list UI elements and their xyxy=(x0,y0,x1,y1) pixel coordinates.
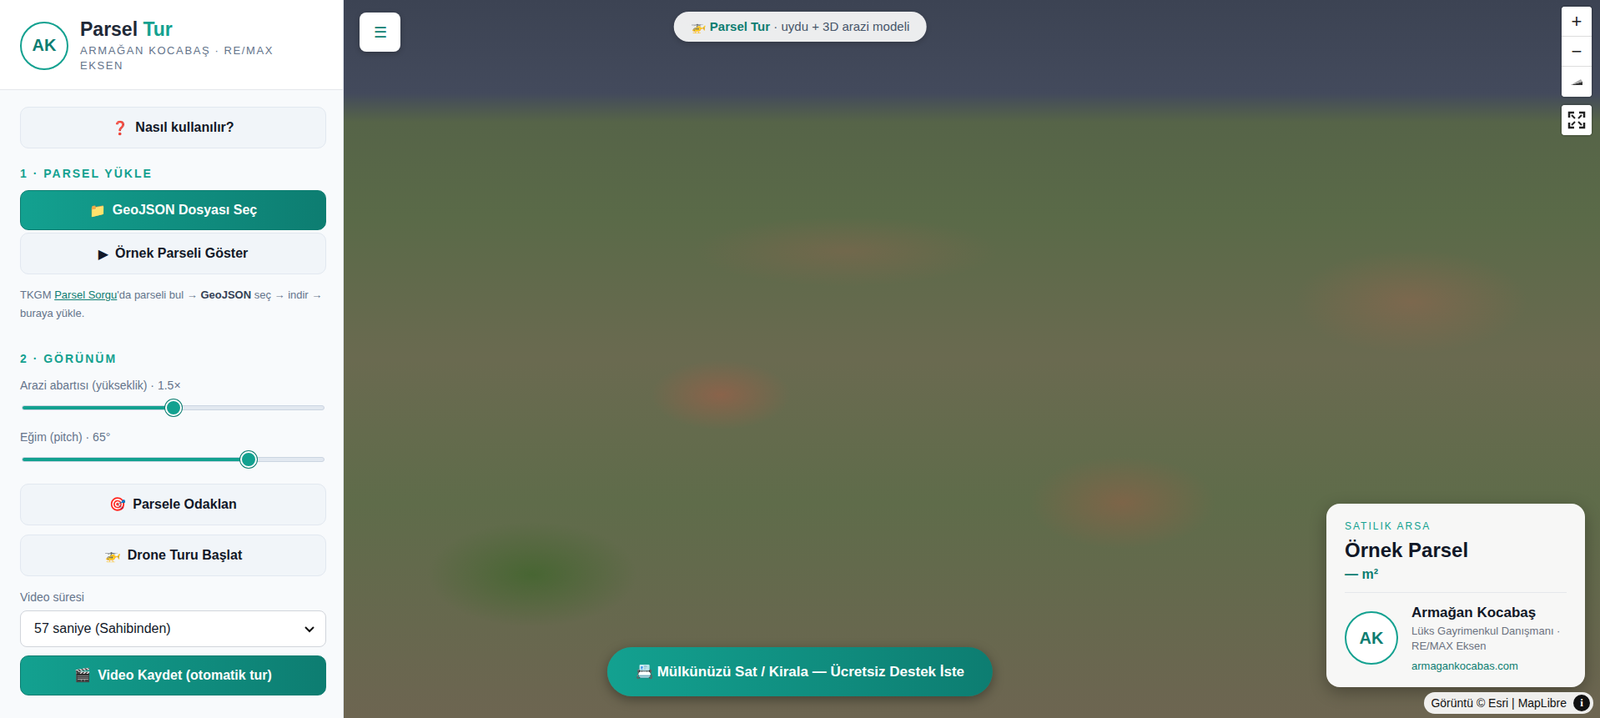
listing-card: SATILIK ARSA Örnek Parsel — m² AK Armağan Ko… xyxy=(1326,503,1585,688)
slider[interactable] xyxy=(21,457,325,463)
logo: AK xyxy=(20,21,69,71)
cta-button[interactable]: 📇 Mülkünüzü Sat / Kirala — Ücretsiz Dest… xyxy=(607,647,993,697)
chevron-down-icon xyxy=(303,623,316,635)
helicopter-icon: 🚁 xyxy=(690,19,707,34)
section-title: 1 · PARSEL YÜKLE xyxy=(20,166,327,181)
map-controls: +− xyxy=(1561,6,1592,136)
map[interactable]: ☰ 🚁 Parsel Tur · uydu + 3D arazi modeli +−… xyxy=(343,0,1600,718)
listing-title: Örnek Parsel xyxy=(1344,538,1567,563)
compass-icon xyxy=(1569,74,1585,90)
slider-thumb[interactable] xyxy=(240,451,257,468)
drone-tour-button-icon: 🚁 xyxy=(104,547,121,564)
map-title-pill: 🚁 Parsel Tur · uydu + 3D arazi modeli xyxy=(674,11,927,42)
contact-card-icon: 📇 xyxy=(635,664,654,680)
sidebar-header: AK Parsel TurARMAĞAN KOCABAŞ · RE/MAX EKS… xyxy=(0,0,343,91)
record-button-icon: 🎬 xyxy=(74,667,91,684)
slider-row: Eğim (pitch) · 65° xyxy=(20,410,327,463)
slider[interactable] xyxy=(21,405,325,411)
slider-thumb[interactable] xyxy=(165,399,182,417)
focus-button[interactable]: 🎯Parsele Odaklan xyxy=(20,483,327,526)
section-title: 2 · GÖRÜNÜM xyxy=(20,352,327,366)
compass-button[interactable] xyxy=(1561,66,1592,97)
sample-button-icon: ▶ xyxy=(98,246,109,262)
focus-button-icon: 🎯 xyxy=(109,496,126,513)
app-title: Parsel Tur xyxy=(80,18,289,41)
app-subtitle: ARMAĞAN KOCABAŞ · RE/MAX EKSEN xyxy=(80,43,289,73)
slider-label: Eğim (pitch) · 65° xyxy=(20,430,327,444)
sample-button[interactable]: ▶Örnek Parseli Göster xyxy=(20,232,327,275)
slider-fill xyxy=(22,406,174,410)
sidebar: AK Parsel TurARMAĞAN KOCABAŞ · RE/MAX EKS… xyxy=(0,0,344,718)
agent-avatar: AK xyxy=(1344,611,1399,665)
agent-row: AK Armağan KocabaşLüks Gayrimenkul Danışm… xyxy=(1344,604,1567,673)
attribution: Görüntü © Esri | MapLibrei xyxy=(1423,692,1594,715)
fullscreen-icon xyxy=(1567,110,1586,130)
zoom-out-button[interactable]: − xyxy=(1561,36,1592,67)
fullscreen-button[interactable] xyxy=(1561,105,1592,136)
info-button[interactable]: i xyxy=(1573,694,1590,712)
agent-name: Armağan Kocabaş xyxy=(1411,604,1567,622)
record-button[interactable]: 🎬Video Kaydet (otomatik tur) xyxy=(20,655,327,696)
drone-tour-button[interactable]: 🚁Drone Turu Başlat xyxy=(20,534,327,577)
slider-label: Arazi abartısı (yükseklik) · 1.5× xyxy=(20,378,327,393)
upload-hint: TKGM Parsel Sorgu'da parseli bul → GeoJS… xyxy=(20,286,327,323)
sidebar-body: ❓Nasıl kullanılır? 1 · PARSEL YÜKLE 📁GeoJS… xyxy=(0,90,343,718)
upload-button[interactable]: 📁GeoJSON Dosyası Seç xyxy=(20,190,327,231)
duration-select[interactable]: 57 saniye (Sahibinden) xyxy=(20,610,327,648)
question-icon: ❓ xyxy=(111,120,129,136)
parsel-sorgu-link[interactable]: Parsel Sorgu xyxy=(54,288,117,302)
listing-area: — m² xyxy=(1344,567,1567,583)
help-button[interactable]: ❓Nasıl kullanılır? xyxy=(20,106,327,149)
listing-type: SATILIK ARSA xyxy=(1344,520,1567,533)
slider-row: Arazi abartısı (yükseklik) · 1.5× xyxy=(20,375,327,411)
duration-label: Video süresi xyxy=(20,590,327,604)
menu-button[interactable]: ☰ xyxy=(359,12,401,52)
upload-button-icon: 📁 xyxy=(89,202,106,219)
app: AK Parsel TurARMAĞAN KOCABAŞ · RE/MAX EKS… xyxy=(0,0,1600,718)
agent-site-link[interactable]: armagankocabas.com xyxy=(1411,659,1567,673)
slider-fill xyxy=(22,457,249,462)
agent-role: Lüks Gayrimenkul Danışmanı · RE/MAX Ekse… xyxy=(1411,623,1567,655)
zoom-in-button[interactable]: + xyxy=(1561,6,1592,37)
